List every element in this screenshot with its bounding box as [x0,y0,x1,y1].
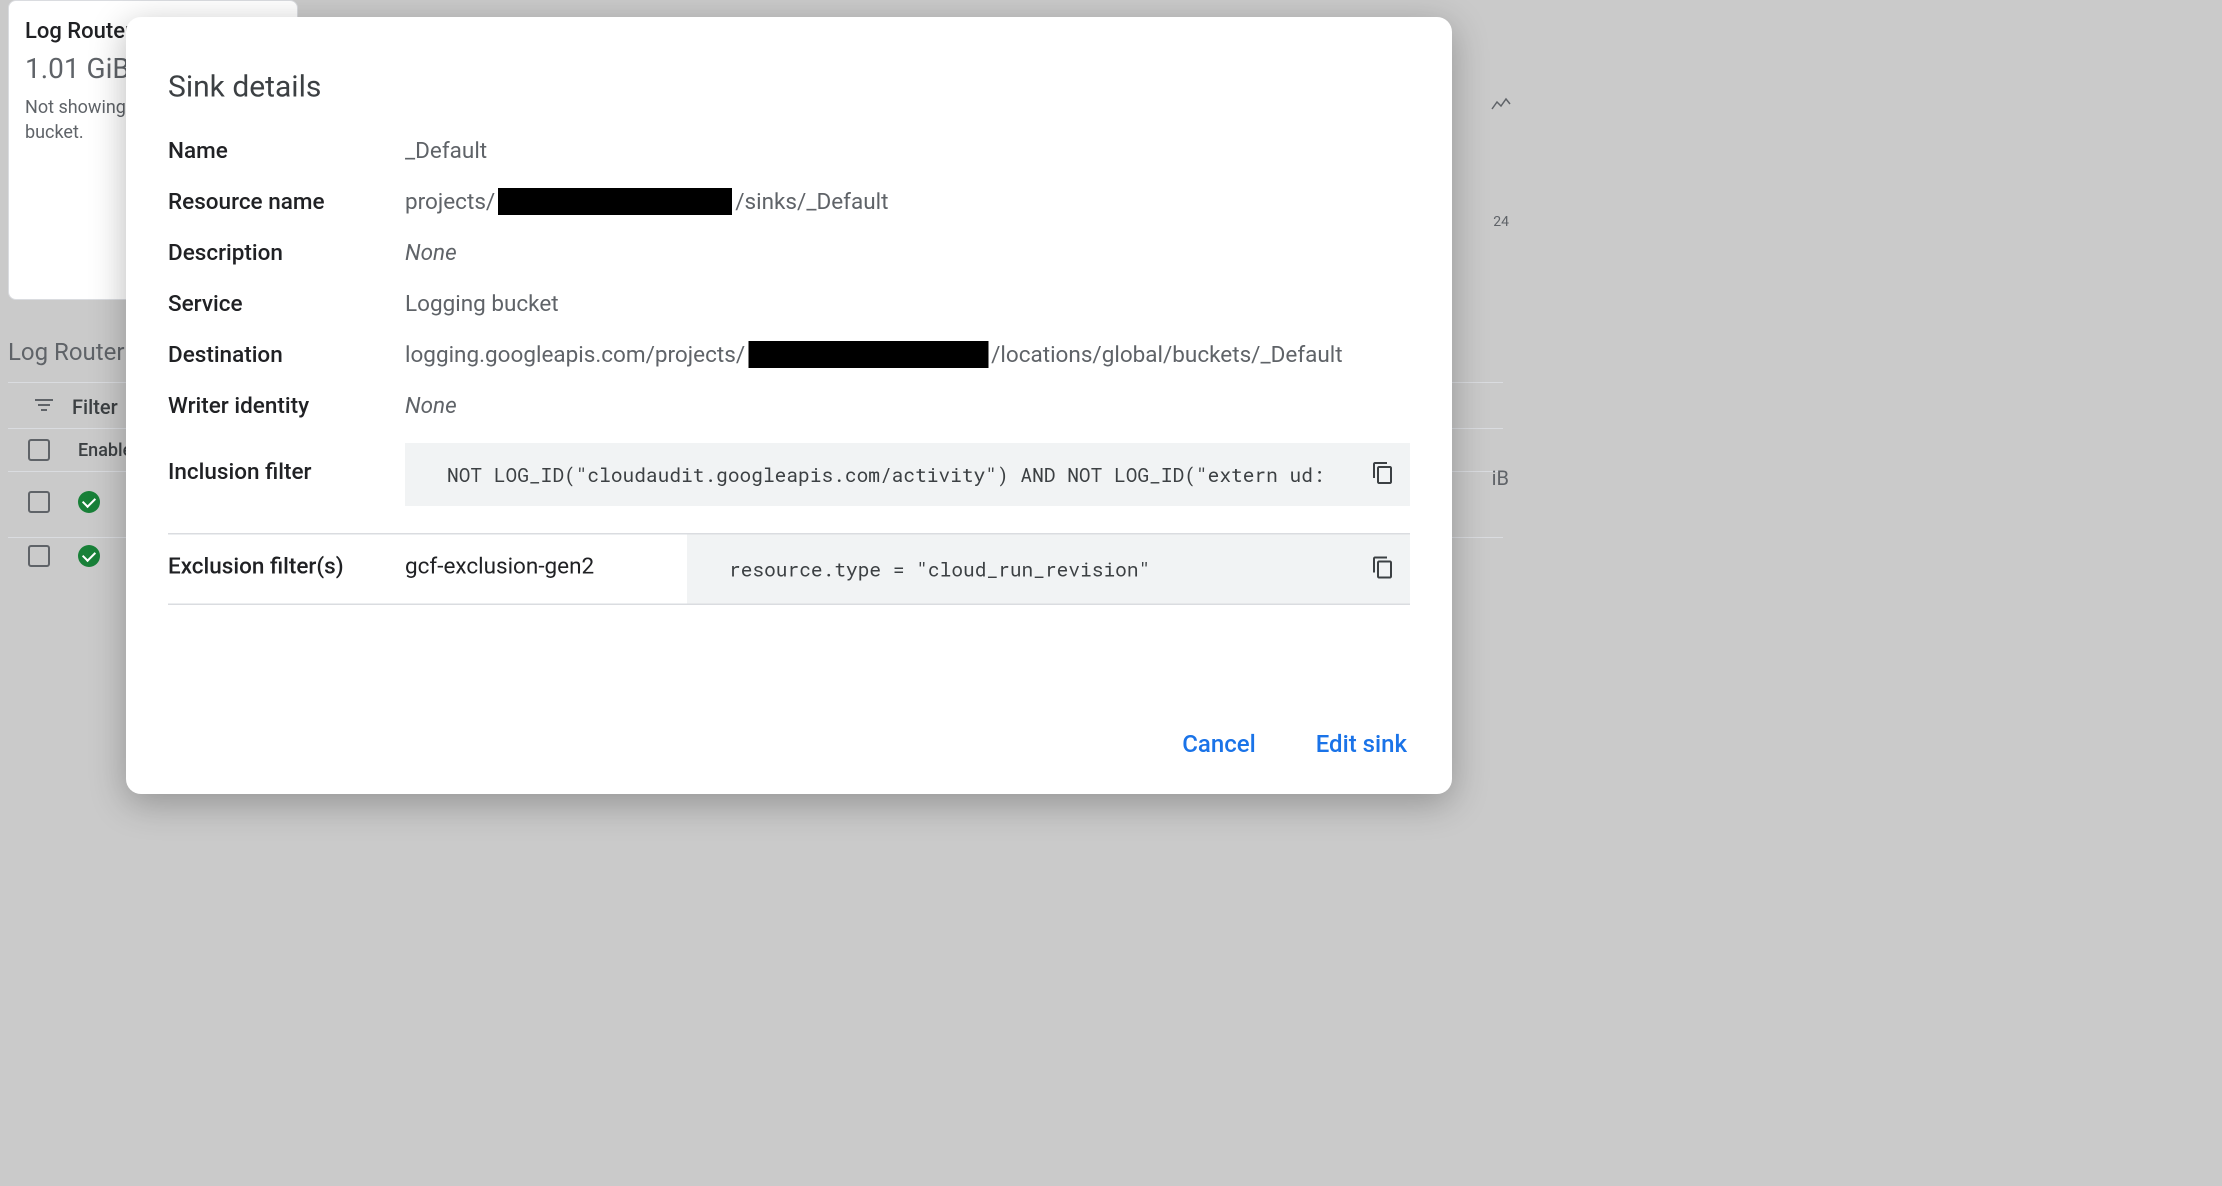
cancel-button[interactable]: Cancel [1176,721,1261,768]
value-description: None [405,239,457,266]
value-destination: logging.googleapis.com/projects//locatio… [405,341,1343,368]
detail-row-inclusion-filter: Inclusion filter NOT LOG_ID("cloudaudit.… [168,443,1410,506]
detail-row-destination: Destination logging.googleapis.com/proje… [168,341,1410,383]
sink-details-dialog: Sink details Name _Default Resource name… [126,17,1452,794]
copy-icon [1371,555,1395,584]
redacted-project-id [498,188,732,215]
detail-row-description: Description None [168,239,1410,281]
label-resource-name: Resource name [168,188,405,215]
exclusion-filter-name: gcf-exclusion-gen2 [405,535,687,580]
copy-inclusion-button[interactable] [1365,457,1401,493]
value-resource-name: projects//sinks/_Default [405,188,888,215]
detail-row-resource-name: Resource name projects//sinks/_Default [168,188,1410,230]
detail-row-writer-identity: Writer identity None [168,392,1410,434]
edit-sink-button[interactable]: Edit sink [1310,721,1413,768]
detail-row-service: Service Logging bucket [168,290,1410,332]
copy-exclusion-button[interactable] [1365,551,1401,587]
label-inclusion-filter: Inclusion filter [168,443,405,485]
value-service: Logging bucket [405,290,559,317]
redacted-project-id [748,341,988,368]
label-description: Description [168,239,405,266]
copy-icon [1371,460,1395,489]
dialog-actions: Cancel Edit sink [1176,721,1413,768]
label-destination: Destination [168,341,405,368]
value-name: _Default [405,137,487,164]
label-service: Service [168,290,405,317]
label-name: Name [168,137,405,164]
dialog-title: Sink details [168,68,1410,104]
detail-row-name: Name _Default [168,137,1410,179]
value-writer-identity: None [405,392,457,419]
inclusion-filter-code: NOT LOG_ID("cloudaudit.googleapis.com/ac… [405,443,1410,506]
exclusion-filter-code: resource.type = "cloud_run_revision" [687,535,1410,604]
label-writer-identity: Writer identity [168,392,405,419]
detail-row-exclusion-filters: Exclusion filter(s) gcf-exclusion-gen2 r… [168,533,1410,605]
label-exclusion-filters: Exclusion filter(s) [168,535,405,580]
